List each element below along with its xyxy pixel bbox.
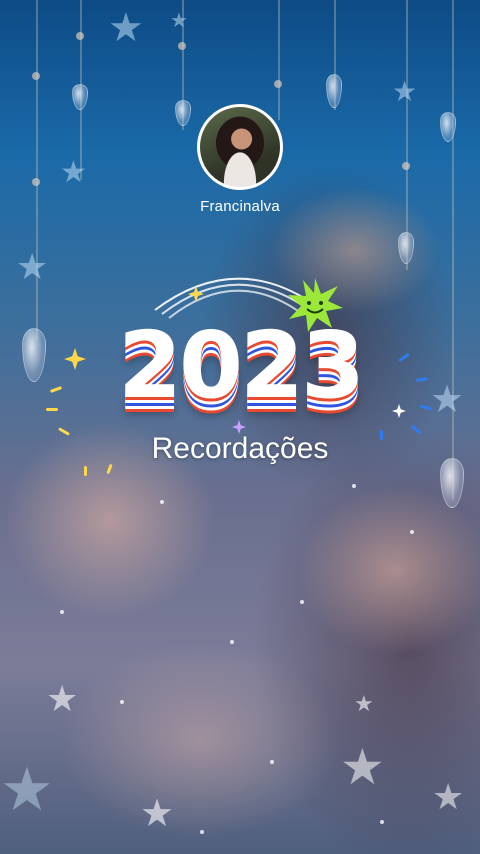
- sparkle-dot: [160, 500, 164, 504]
- bead-decoration: [178, 42, 186, 50]
- memories-story-screen: ★ ★ ★ ★ ★ ★ ★ ★ ★ ★ ★ ★ Francinalva 2023…: [0, 0, 480, 854]
- sparkle-dot: [380, 820, 384, 824]
- star-icon: ★: [46, 679, 79, 720]
- star-icon: ★: [170, 8, 188, 32]
- sparkle-dot: [60, 610, 64, 614]
- sparkle-dot: [270, 760, 274, 764]
- bead-decoration: [274, 80, 282, 88]
- sparkle-dot: [410, 530, 414, 534]
- sparkle-dot: [230, 640, 234, 644]
- star-icon: ★: [108, 5, 144, 51]
- sparkle-dot: [352, 484, 356, 488]
- crystal-drop-decoration: [326, 74, 342, 108]
- burst-ray: [84, 466, 87, 476]
- avatar[interactable]: [197, 104, 283, 190]
- star-icon: ★: [340, 738, 385, 796]
- star-icon: ★: [354, 692, 374, 717]
- recap-badge: 2023 Recordações: [0, 260, 480, 480]
- star-icon: ★: [392, 75, 418, 108]
- bead-decoration: [76, 32, 84, 40]
- garland: [278, 0, 280, 120]
- bead-decoration: [32, 72, 40, 80]
- sparkle-dot: [120, 700, 124, 704]
- star-icon: ★: [140, 791, 175, 835]
- recap-year: 2023: [117, 312, 365, 419]
- recap-title: Recordações: [151, 432, 329, 465]
- sparkle-icon: [188, 286, 204, 302]
- profile-name: Francinalva: [200, 198, 280, 215]
- profile-header: Francinalva: [0, 104, 480, 215]
- star-icon: ★: [432, 777, 465, 818]
- sparkle-dot: [200, 830, 204, 834]
- sparkle-dot: [300, 600, 304, 604]
- star-icon: ★: [0, 755, 54, 825]
